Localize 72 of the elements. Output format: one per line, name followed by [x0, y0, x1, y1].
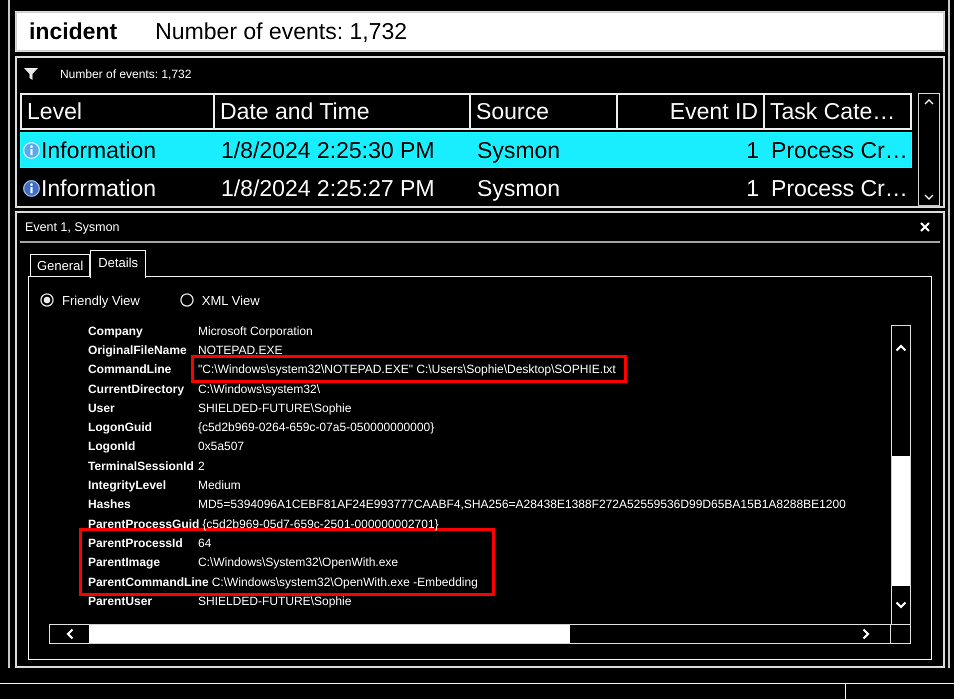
- field-label: Hashes: [88, 497, 132, 512]
- table-cell-text: Sysmon: [476, 174, 562, 203]
- field-label: TerminalSessionId: [88, 458, 195, 473]
- vertical-scrollbar[interactable]: [891, 325, 911, 624]
- info-icon: [23, 142, 40, 158]
- scroll-up-icon[interactable]: [895, 344, 907, 352]
- scroll-down-icon[interactable]: [895, 601, 907, 609]
- table-cell: Information: [41, 174, 156, 202]
- field-value: NOTEPAD.EXE: [198, 342, 282, 357]
- field-value: C:\Windows\system32\OpenWith.exe -Embedding: [212, 574, 478, 588]
- field-label: ParentImage: [88, 555, 162, 570]
- field-label: OriginalFileName: [88, 342, 188, 357]
- event-title: Event 1, Sysmon: [25, 220, 120, 234]
- field-label: Company: [88, 324, 144, 338]
- field-value: {c5d2b969-05d7-659c-2501-000000002701}: [202, 516, 439, 531]
- field-value: SHIELDED-FUTURE\Sophie: [198, 400, 352, 415]
- field-label: ParentProcessGuid: [88, 516, 200, 531]
- log-name: incident: [29, 18, 118, 45]
- scroll-up-icon[interactable]: [923, 98, 935, 106]
- field-value: C:\Windows\system32\: [198, 382, 320, 396]
- field-value: 0x5a507: [198, 439, 244, 454]
- table-cell-text: 1: [745, 136, 760, 164]
- filter-icon: [24, 68, 38, 80]
- column-header[interactable]: Task Cate…: [765, 93, 912, 130]
- table-cell-text: 1/8/2024 2:25:30 PM: [220, 136, 436, 164]
- field-value: 2: [198, 458, 205, 473]
- info-icon: [23, 180, 40, 196]
- field-label: IntegrityLevel: [88, 478, 168, 492]
- field-value: 64: [198, 536, 212, 550]
- table-cell-text: Sysmon: [476, 136, 562, 165]
- horizontal-scrollbar[interactable]: [49, 624, 891, 644]
- field-value: C:\Windows\System32\OpenWith.exe: [198, 555, 398, 570]
- column-header[interactable]: Source: [471, 93, 618, 130]
- scrollbar-corner: [891, 624, 911, 644]
- scrollbar-thumb[interactable]: [892, 456, 910, 586]
- column-header[interactable]: Event ID: [618, 93, 765, 130]
- field-label: LogonGuid: [88, 420, 153, 434]
- radio-option[interactable]: XML View: [180, 291, 260, 309]
- radio-option[interactable]: Friendly View: [40, 291, 140, 309]
- filter-status-text: Number of events: 1,732: [60, 67, 192, 81]
- field-value: Medium: [198, 478, 241, 492]
- field-label: LogonId: [88, 439, 136, 454]
- field-value: Microsoft Corporation: [198, 324, 313, 338]
- field-value: MD5=5394096A1CEBF81AF24E993777CAABF4,SHA256=A28438E1388F272A52559536D99D65BA15B1A8288BE1200: [198, 497, 846, 512]
- table-cell-text: Process Cr…: [770, 174, 909, 202]
- radio-icon[interactable]: [180, 293, 194, 307]
- column-header[interactable]: Level: [20, 93, 215, 130]
- scroll-left-icon[interactable]: [66, 628, 74, 640]
- event-count: Number of events: 1,732: [155, 18, 408, 45]
- field-label: ParentCommandLine: [88, 574, 210, 588]
- tab[interactable]: Details: [90, 250, 146, 278]
- tab[interactable]: General: [30, 254, 90, 276]
- vertical-scrollbar[interactable]: [918, 93, 940, 206]
- table-cell: Information: [41, 136, 156, 164]
- field-label: User: [88, 400, 116, 415]
- scroll-right-icon[interactable]: [862, 628, 870, 640]
- field-value: SHIELDED-FUTURE\Sophie: [198, 594, 352, 608]
- scrollbar-thumb[interactable]: [89, 625, 570, 643]
- field-label: CurrentDirectory: [88, 382, 186, 396]
- field-value: "C:\Windows\system32\NOTEPAD.EXE" C:\Users\Sophie\Desktop\SOPHIE.txt: [198, 362, 616, 376]
- field-value: {c5d2b969-0264-659c-07a5-050000000000}: [198, 420, 434, 434]
- column-header[interactable]: Date and Time: [215, 93, 471, 130]
- field-label: ParentProcessId: [88, 536, 184, 550]
- table-cell-text: 1: [745, 174, 760, 202]
- radio-icon[interactable]: [40, 293, 54, 307]
- field-label: CommandLine: [88, 362, 172, 376]
- table-cell-text: 1/8/2024 2:25:27 PM: [220, 174, 436, 202]
- field-label: ParentUser: [88, 594, 154, 608]
- scroll-down-icon[interactable]: [923, 193, 935, 201]
- close-icon[interactable]: [920, 222, 930, 232]
- table-cell-text: Process Cr…: [770, 136, 909, 164]
- table-row[interactable]: Information 1/8/2024 2:25:30 PM Sysmon 1 Process Cr…: [20, 132, 912, 168]
